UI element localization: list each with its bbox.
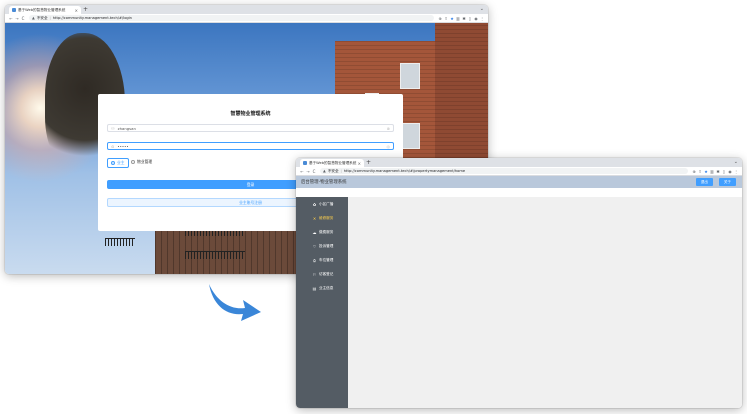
menu-item-broadcast[interactable]: ✿ 小区广播 xyxy=(296,197,348,211)
app-header: 后台管理-物业管理系统 退出 关于 xyxy=(296,176,742,188)
browser-menu-icon[interactable]: ⋮ xyxy=(479,16,485,21)
menu-item-label: 业主信息 xyxy=(319,285,334,290)
menu-item-complaints[interactable]: ♡ 投诉管理 xyxy=(296,239,348,253)
favicon-icon xyxy=(303,161,307,165)
security-label: 不安全 xyxy=(36,15,48,20)
building-window xyxy=(400,63,420,89)
user-icon: ⚇ xyxy=(111,125,115,131)
role-label: 物业管理 xyxy=(137,159,153,164)
tab-menu-icon[interactable]: ⌄ xyxy=(480,6,484,12)
tab-strip: 基于Web的智慧物业管理系统 × + ⌄ xyxy=(5,5,488,14)
browser-tab[interactable]: 基于Web的智慧物业管理系统 × xyxy=(300,159,364,167)
new-tab-icon[interactable]: + xyxy=(366,159,371,167)
tab-menu-icon[interactable]: ⌄ xyxy=(734,159,738,165)
role-radio-property[interactable]: 物业管理 xyxy=(131,159,152,165)
lock-icon: ⊙ xyxy=(111,143,115,149)
warning-icon: ▲ xyxy=(32,16,35,20)
building-window xyxy=(400,123,420,149)
menu-item-visitors[interactable]: ⚐ 访客登记 xyxy=(296,267,348,281)
url-text: http://community.management.tech/#/login xyxy=(52,16,132,20)
menu-item-label: 车位管理 xyxy=(319,257,334,262)
heart-icon: ♡ xyxy=(312,243,317,249)
address-bar[interactable]: ▲ 不安全 | http://community.management.tech… xyxy=(29,15,434,21)
menu-item-label: 小区广播 xyxy=(319,201,334,206)
role-label: 业主 xyxy=(117,160,125,165)
car-icon: ⛭ xyxy=(312,257,317,263)
warning-icon: ▲ xyxy=(323,169,326,173)
cloud-icon: ☁ xyxy=(312,229,317,235)
security-label: 不安全 xyxy=(327,168,339,173)
tools-icon: ✕ xyxy=(312,215,317,221)
admin-browser-window: 基于Web的智慧物业管理系统 × + ⌄ ← → C ▲ 不安全 | http:… xyxy=(296,158,742,408)
flag-icon: ⚐ xyxy=(312,271,317,277)
tab-title: 基于Web的智慧物业管理系统 xyxy=(309,160,357,165)
reload-icon[interactable]: C xyxy=(20,16,26,21)
username-input[interactable]: ⚇ zhangsan ⊗ xyxy=(107,124,394,132)
document-icon: ▤ xyxy=(312,285,317,291)
transition-arrow-icon xyxy=(209,284,261,321)
menu-item-label: 投诉管理 xyxy=(319,243,334,248)
address-bar[interactable]: ▲ 不安全 | http://community.management.tech… xyxy=(320,168,688,174)
app-body: ✿ 小区广播 ✕ 维修服务 ☁ 缴费服务 ♡ 投诉管理 ⛭ 车位管理 ⚐ 访客登… xyxy=(296,197,742,408)
balcony-railing xyxy=(105,238,135,246)
menu-item-label: 缴费服务 xyxy=(319,229,334,234)
menu-item-repair[interactable]: ✕ 维修服务 xyxy=(296,211,348,225)
radio-dot xyxy=(131,160,135,164)
radio-dot xyxy=(111,161,115,165)
tab-close-icon[interactable]: × xyxy=(358,161,361,166)
balcony-railing xyxy=(185,251,245,259)
menu-item-label: 维修服务 xyxy=(319,215,334,220)
password-value: ••••• xyxy=(117,143,129,149)
browser-toolbar: ← → C ▲ 不安全 | http://community.managemen… xyxy=(5,14,488,23)
menu-item-owner-info[interactable]: ▤ 业主信息 xyxy=(296,281,348,295)
reload-icon[interactable]: C xyxy=(311,169,317,174)
separator: | xyxy=(340,169,342,173)
sidebar-menu: ✿ 小区广播 ✕ 维修服务 ☁ 缴费服务 ♡ 投诉管理 ⛭ 车位管理 ⚐ 访客登… xyxy=(296,197,348,408)
new-tab-icon[interactable]: + xyxy=(83,6,88,14)
menu-item-label: 访客登记 xyxy=(319,271,334,276)
tab-title: 基于Web的智慧物业管理系统 xyxy=(18,7,66,12)
password-input[interactable]: ⊙ ••••• ◎ xyxy=(107,142,394,150)
about-button[interactable]: 关于 xyxy=(718,178,736,186)
username-value: zhangsan xyxy=(117,125,136,131)
menu-item-parking[interactable]: ⛭ 车位管理 xyxy=(296,253,348,267)
favicon-icon xyxy=(12,8,16,12)
browser-tab[interactable]: 基于Web的智慧物业管理系统 × xyxy=(9,6,81,14)
url-text: http://community.management.tech/#/prope… xyxy=(343,169,466,173)
app-header-title: 后台管理-物业管理系统 xyxy=(301,180,347,185)
browser-toolbar: ← → C ▲ 不安全 | http://community.managemen… xyxy=(296,167,742,176)
menu-item-payment[interactable]: ☁ 缴费服务 xyxy=(296,225,348,239)
separator: | xyxy=(49,16,51,20)
login-title: 智慧物业管理系统 xyxy=(230,111,271,117)
tab-strip: 基于Web的智慧物业管理系统 × + ⌄ xyxy=(296,158,742,167)
browser-menu-icon[interactable]: ⋮ xyxy=(733,169,739,174)
tab-close-icon[interactable]: × xyxy=(75,8,78,13)
role-radio-owner[interactable]: 业主 xyxy=(107,158,129,168)
logout-button[interactable]: 退出 xyxy=(695,178,713,186)
show-password-icon[interactable]: ◎ xyxy=(387,144,391,149)
flower-icon: ✿ xyxy=(312,201,317,207)
clear-icon[interactable]: ⊗ xyxy=(387,126,390,131)
